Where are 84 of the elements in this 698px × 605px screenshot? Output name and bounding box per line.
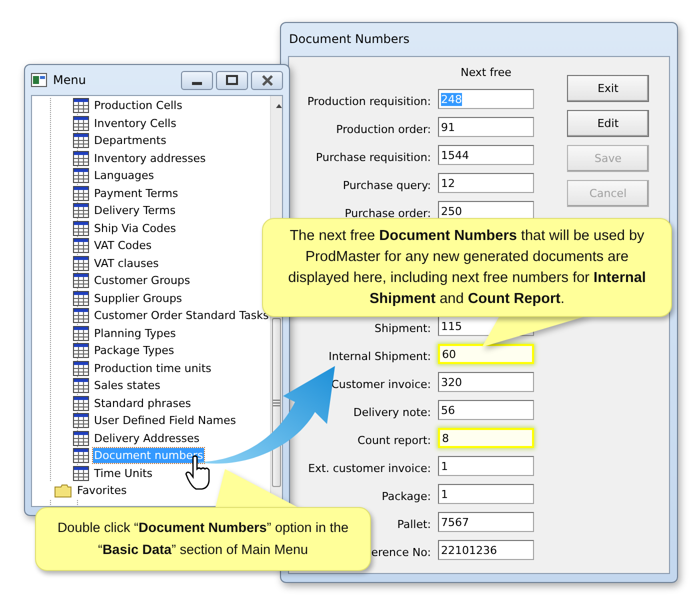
field-label: Customer invoice: (331, 378, 431, 390)
field-label: Package: (382, 490, 431, 502)
table-icon (73, 116, 89, 131)
field-label: Production order: (336, 122, 431, 136)
table-icon (73, 360, 89, 376)
tree-item[interactable]: Payment Terms (93, 186, 180, 201)
tree-item[interactable]: Delivery Addresses (93, 430, 200, 446)
dialog-button[interactable]: Edit (567, 110, 649, 137)
input-field[interactable]: 8 (438, 428, 534, 448)
window-title: Menu (53, 73, 87, 87)
tree-item[interactable]: Favorites (76, 483, 128, 498)
table-icon (73, 430, 89, 446)
table-icon (73, 396, 89, 411)
tree-item[interactable]: Package Types (93, 343, 176, 358)
input-field[interactable]: 320 (438, 372, 534, 392)
table-icon (73, 413, 89, 428)
table-icon (73, 343, 89, 358)
input-field[interactable]: 1 (438, 484, 534, 504)
table-icon (73, 238, 89, 254)
table-icon (73, 168, 89, 184)
maximize-button[interactable] (216, 70, 248, 90)
scroll-up-icon[interactable] (274, 102, 284, 110)
maximize-icon (226, 75, 238, 85)
input-field[interactable]: 91 (438, 117, 534, 137)
field-label: Purchase requisition: (316, 150, 431, 164)
field-label: Ext. customer invoice: (308, 462, 431, 474)
folder-icon (54, 484, 72, 498)
table-icon (73, 290, 89, 306)
column-header: Next free (460, 65, 512, 81)
tree-item[interactable]: Production Cells (93, 98, 184, 114)
callout-text: Double click “Document Numbers” option in the “Basic Data” section of Main Menu (56, 519, 350, 559)
tree-item[interactable]: Sales states (93, 378, 162, 394)
table-icon (73, 133, 89, 148)
input-field[interactable]: 22101236 (438, 540, 534, 560)
table-icon (73, 448, 89, 464)
tree-item[interactable]: Customer Groups (93, 273, 192, 288)
tree-item[interactable]: VAT clauses (93, 256, 160, 271)
table-icon (73, 150, 89, 166)
input-field[interactable]: 60 (438, 344, 534, 364)
field-label: Internal Shipment: (328, 350, 431, 362)
input-field[interactable]: 56 (438, 400, 534, 420)
window-title: Document Numbers (288, 31, 410, 48)
table-icon (73, 220, 89, 236)
tree-item[interactable]: Languages (93, 168, 156, 184)
input-field[interactable]: 1544 (438, 145, 534, 165)
field-label: Shipment: (374, 322, 431, 334)
field-label: Count report: (358, 434, 431, 446)
table-icon (73, 203, 89, 218)
close-button[interactable] (251, 70, 283, 90)
table-icon (73, 378, 89, 394)
table-icon (73, 308, 89, 324)
input-field[interactable]: 12 (438, 173, 534, 193)
tree-item[interactable]: Planning Types (93, 326, 177, 341)
field-label: Pallet: (397, 518, 431, 530)
field-label: Purchase query: (342, 178, 431, 192)
table-icon (73, 326, 89, 341)
table-icon (73, 186, 89, 201)
tree-item[interactable]: Inventory addresses (93, 150, 207, 166)
field-label: Purchase order: (344, 206, 431, 220)
tree-item[interactable]: Supplier Groups (93, 290, 184, 306)
dialog-button[interactable]: Exit (567, 75, 649, 102)
field-label: erence No: (371, 546, 431, 558)
callout-text: The next free Document Numbers that will be used by ProdMaster for any new generated documents are displayed here, including next free numbers for Internal Shipment and Count Report. (287, 226, 647, 308)
minimize-icon (192, 82, 202, 84)
input-field[interactable]: 1 (438, 456, 534, 476)
field-label: Delivery note: (353, 406, 431, 418)
tree-item[interactable]: Standard phrases (93, 396, 192, 411)
table-icon (73, 256, 89, 271)
table-icon (73, 273, 89, 288)
tree-item[interactable]: Delivery Terms (93, 203, 177, 218)
field-label: Production requisition: (307, 94, 431, 108)
tree-item[interactable]: Ship Via Codes (93, 220, 177, 236)
table-icon (73, 98, 89, 114)
tree-item[interactable]: User Defined Field Names (93, 413, 238, 428)
minimize-button[interactable] (181, 70, 213, 90)
input-field[interactable]: 7567 (438, 512, 534, 532)
tree-item[interactable]: VAT Codes (93, 238, 153, 254)
close-icon (262, 74, 272, 86)
tree-item[interactable]: Customer Order Standard Tasks (93, 308, 270, 324)
tree-item[interactable]: Production time units (93, 360, 212, 376)
tree-item[interactable]: Departments (93, 133, 168, 148)
tree-item[interactable]: Inventory Cells (93, 116, 178, 131)
app-icon (31, 73, 47, 87)
tree-item[interactable]: Time Units (93, 466, 154, 481)
